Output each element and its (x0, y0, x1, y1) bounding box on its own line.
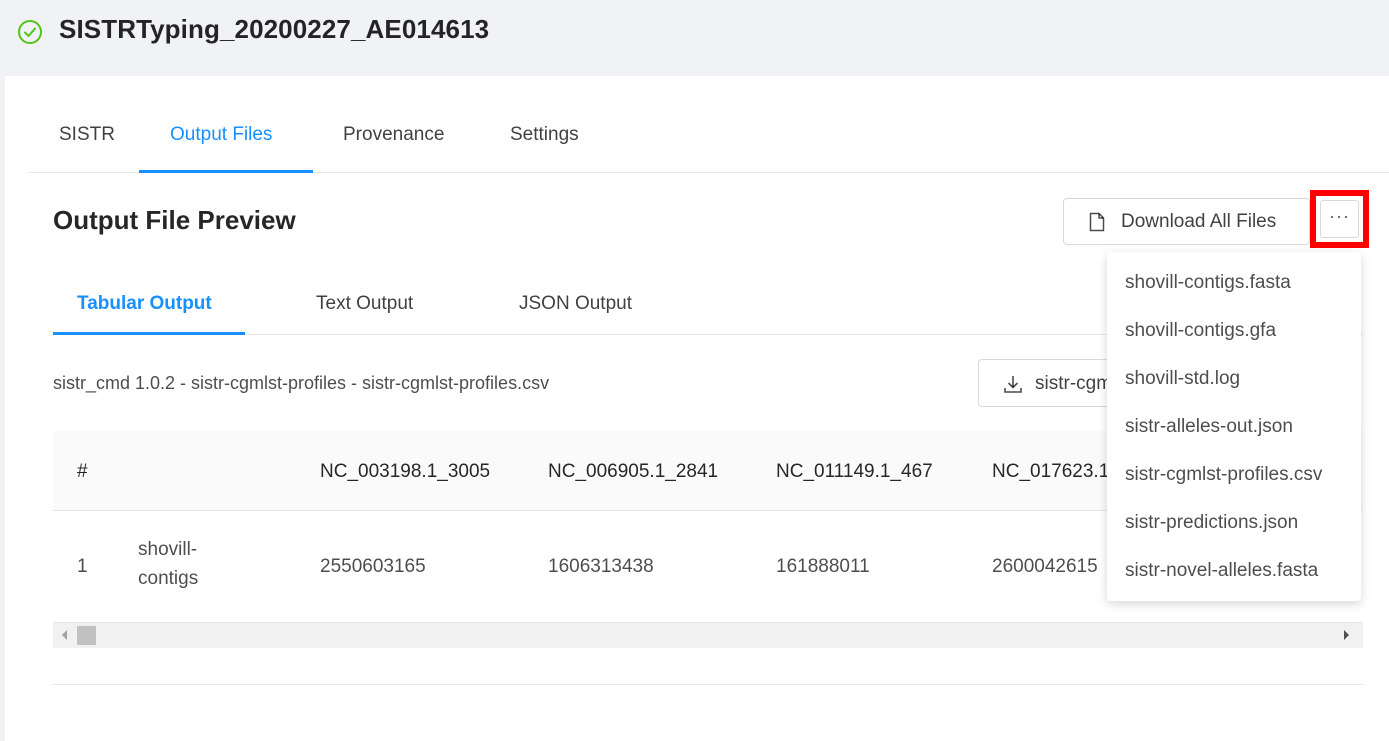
download-icon (1004, 376, 1022, 393)
horizontal-scrollbar[interactable] (53, 623, 1363, 648)
tab-output-files[interactable]: Output Files (170, 124, 272, 146)
table-cell: 2600042615 (992, 556, 1098, 577)
page-title: SISTRTyping_20200227_AE014613 (59, 14, 490, 44)
divider (53, 684, 1363, 685)
scroll-left-arrow-icon[interactable] (62, 630, 67, 640)
scrollbar-thumb[interactable] (77, 626, 96, 645)
check-circle-icon (18, 20, 42, 44)
column-header[interactable]: NC_003198.1_3005 (320, 461, 490, 483)
active-tab-indicator (139, 170, 313, 173)
tab-settings[interactable]: Settings (510, 124, 579, 146)
menu-item[interactable]: shovill-std.log (1125, 368, 1240, 390)
column-header[interactable]: NC_011149.1_467 (776, 461, 933, 483)
tab-text-output[interactable]: Text Output (316, 293, 413, 315)
file-path: sistr_cmd 1.0.2 - sistr-cgmlst-profiles … (53, 373, 550, 393)
ellipsis-icon: ··· (1329, 206, 1350, 226)
table-cell: 161888011 (776, 556, 870, 577)
column-header[interactable]: NC_006905.1_2841 (548, 461, 718, 483)
table-cell: 1 (77, 556, 88, 577)
more-options-button[interactable]: ··· (1310, 190, 1369, 248)
more-options-inner: ··· (1320, 200, 1359, 238)
tab-json-output[interactable]: JSON Output (519, 293, 632, 315)
table-cell: 1606313438 (548, 556, 654, 577)
tab-sistr[interactable]: SISTR (59, 124, 115, 146)
menu-item[interactable]: sistr-cgmlst-profiles.csv (1125, 464, 1322, 486)
tab-tabular-output[interactable]: Tabular Output (77, 293, 212, 315)
menu-item[interactable]: shovill-contigs.fasta (1125, 272, 1291, 294)
menu-item[interactable]: sistr-novel-alleles.fasta (1125, 560, 1318, 582)
file-icon (1089, 212, 1105, 232)
table-cell: shovill-contigs (138, 539, 199, 589)
scroll-right-arrow-icon[interactable] (1344, 630, 1349, 640)
column-header[interactable]: # (77, 461, 88, 483)
menu-item[interactable]: shovill-contigs.gfa (1125, 320, 1276, 342)
analysis-tabs: SISTR Output Files Provenance Settings (29, 96, 1389, 173)
menu-item[interactable]: sistr-alleles-out.json (1125, 416, 1293, 438)
table-cell: 2550603165 (320, 556, 426, 577)
tab-provenance[interactable]: Provenance (343, 124, 444, 146)
menu-item[interactable]: sistr-predictions.json (1125, 512, 1298, 534)
active-inner-tab-indicator (53, 332, 245, 335)
download-all-files-label: Download All Files (1121, 211, 1277, 232)
download-file-menu: shovill-contigs.fasta shovill-contigs.gf… (1107, 252, 1361, 601)
download-all-files-button[interactable]: Download All Files (1063, 198, 1310, 245)
page-header: SISTRTyping_20200227_AE014613 (0, 0, 1389, 76)
section-title: Output File Preview (53, 205, 296, 235)
